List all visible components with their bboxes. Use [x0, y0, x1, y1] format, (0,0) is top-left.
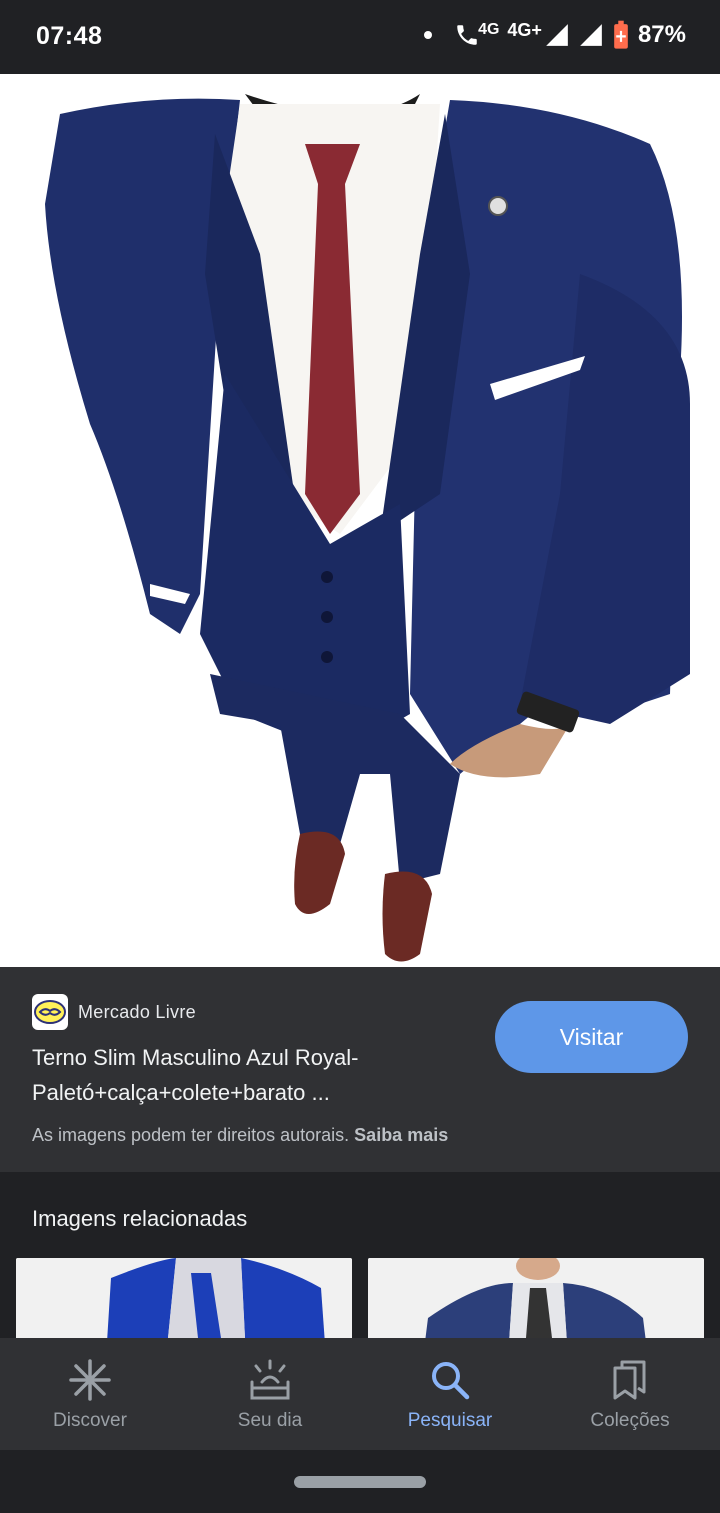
nav-pesquisar[interactable]: Pesquisar [360, 1338, 540, 1450]
related-suit-photo-2 [368, 1258, 704, 1338]
main-image[interactable] [0, 74, 720, 967]
search-icon [432, 1362, 470, 1400]
source-row[interactable]: Mercado Livre [32, 994, 196, 1030]
home-handle[interactable] [294, 1476, 426, 1488]
mercado-livre-logo-icon [32, 994, 68, 1030]
learn-more-link[interactable]: Saiba mais [354, 1125, 448, 1145]
nav-colecoes[interactable]: Coleções [540, 1338, 720, 1450]
nav-colecoes-label: Coleções [590, 1410, 670, 1431]
nav-seu-dia-label: Seu dia [237, 1410, 303, 1431]
suit-photo [0, 74, 720, 967]
result-title[interactable]: Terno Slim Masculino Azul Royal-Paletó+c… [32, 1040, 452, 1110]
related-images-section: Imagens relacionadas [0, 1172, 720, 1338]
status-time: 07:48 [36, 22, 103, 50]
status-icons: 4G 4G+ 87% [424, 20, 686, 50]
nav-pesquisar-label: Pesquisar [407, 1410, 493, 1431]
nav-discover-label: Discover [53, 1410, 127, 1431]
status-bar: 07:48 4G 4G+ 87% [0, 0, 720, 74]
wifi-call-icon [457, 25, 477, 45]
network-type-2: 4G+ [507, 19, 542, 40]
bottom-navigation: Discover Seu dia Pesquisar Coleções [0, 1338, 720, 1450]
visit-button[interactable]: Visitar [495, 1001, 688, 1073]
copyright-notice: As imagens podem ter direitos autorais. … [32, 1125, 448, 1146]
nav-seu-dia[interactable]: Seu dia [180, 1338, 360, 1450]
battery-percent: 87% [637, 21, 686, 48]
related-image-2[interactable] [368, 1258, 704, 1338]
related-image-1[interactable] [16, 1258, 352, 1338]
related-images-title: Imagens relacionadas [32, 1206, 248, 1231]
source-name: Mercado Livre [78, 1001, 196, 1022]
collections-icon [613, 1360, 646, 1400]
notification-dot-icon [424, 31, 433, 39]
copyright-text: As imagens podem ter direitos autorais. [32, 1125, 350, 1145]
gesture-navigation-bar [0, 1450, 720, 1513]
battery-icon [614, 20, 628, 49]
asterisk-icon [69, 1359, 111, 1401]
nav-discover[interactable]: Discover [0, 1338, 180, 1450]
network-type-1: 4G [478, 21, 500, 38]
related-suit-photo-1 [16, 1258, 352, 1338]
signal-icon [546, 24, 568, 46]
sunrise-icon [250, 1359, 290, 1400]
signal-icon-2 [580, 24, 602, 46]
